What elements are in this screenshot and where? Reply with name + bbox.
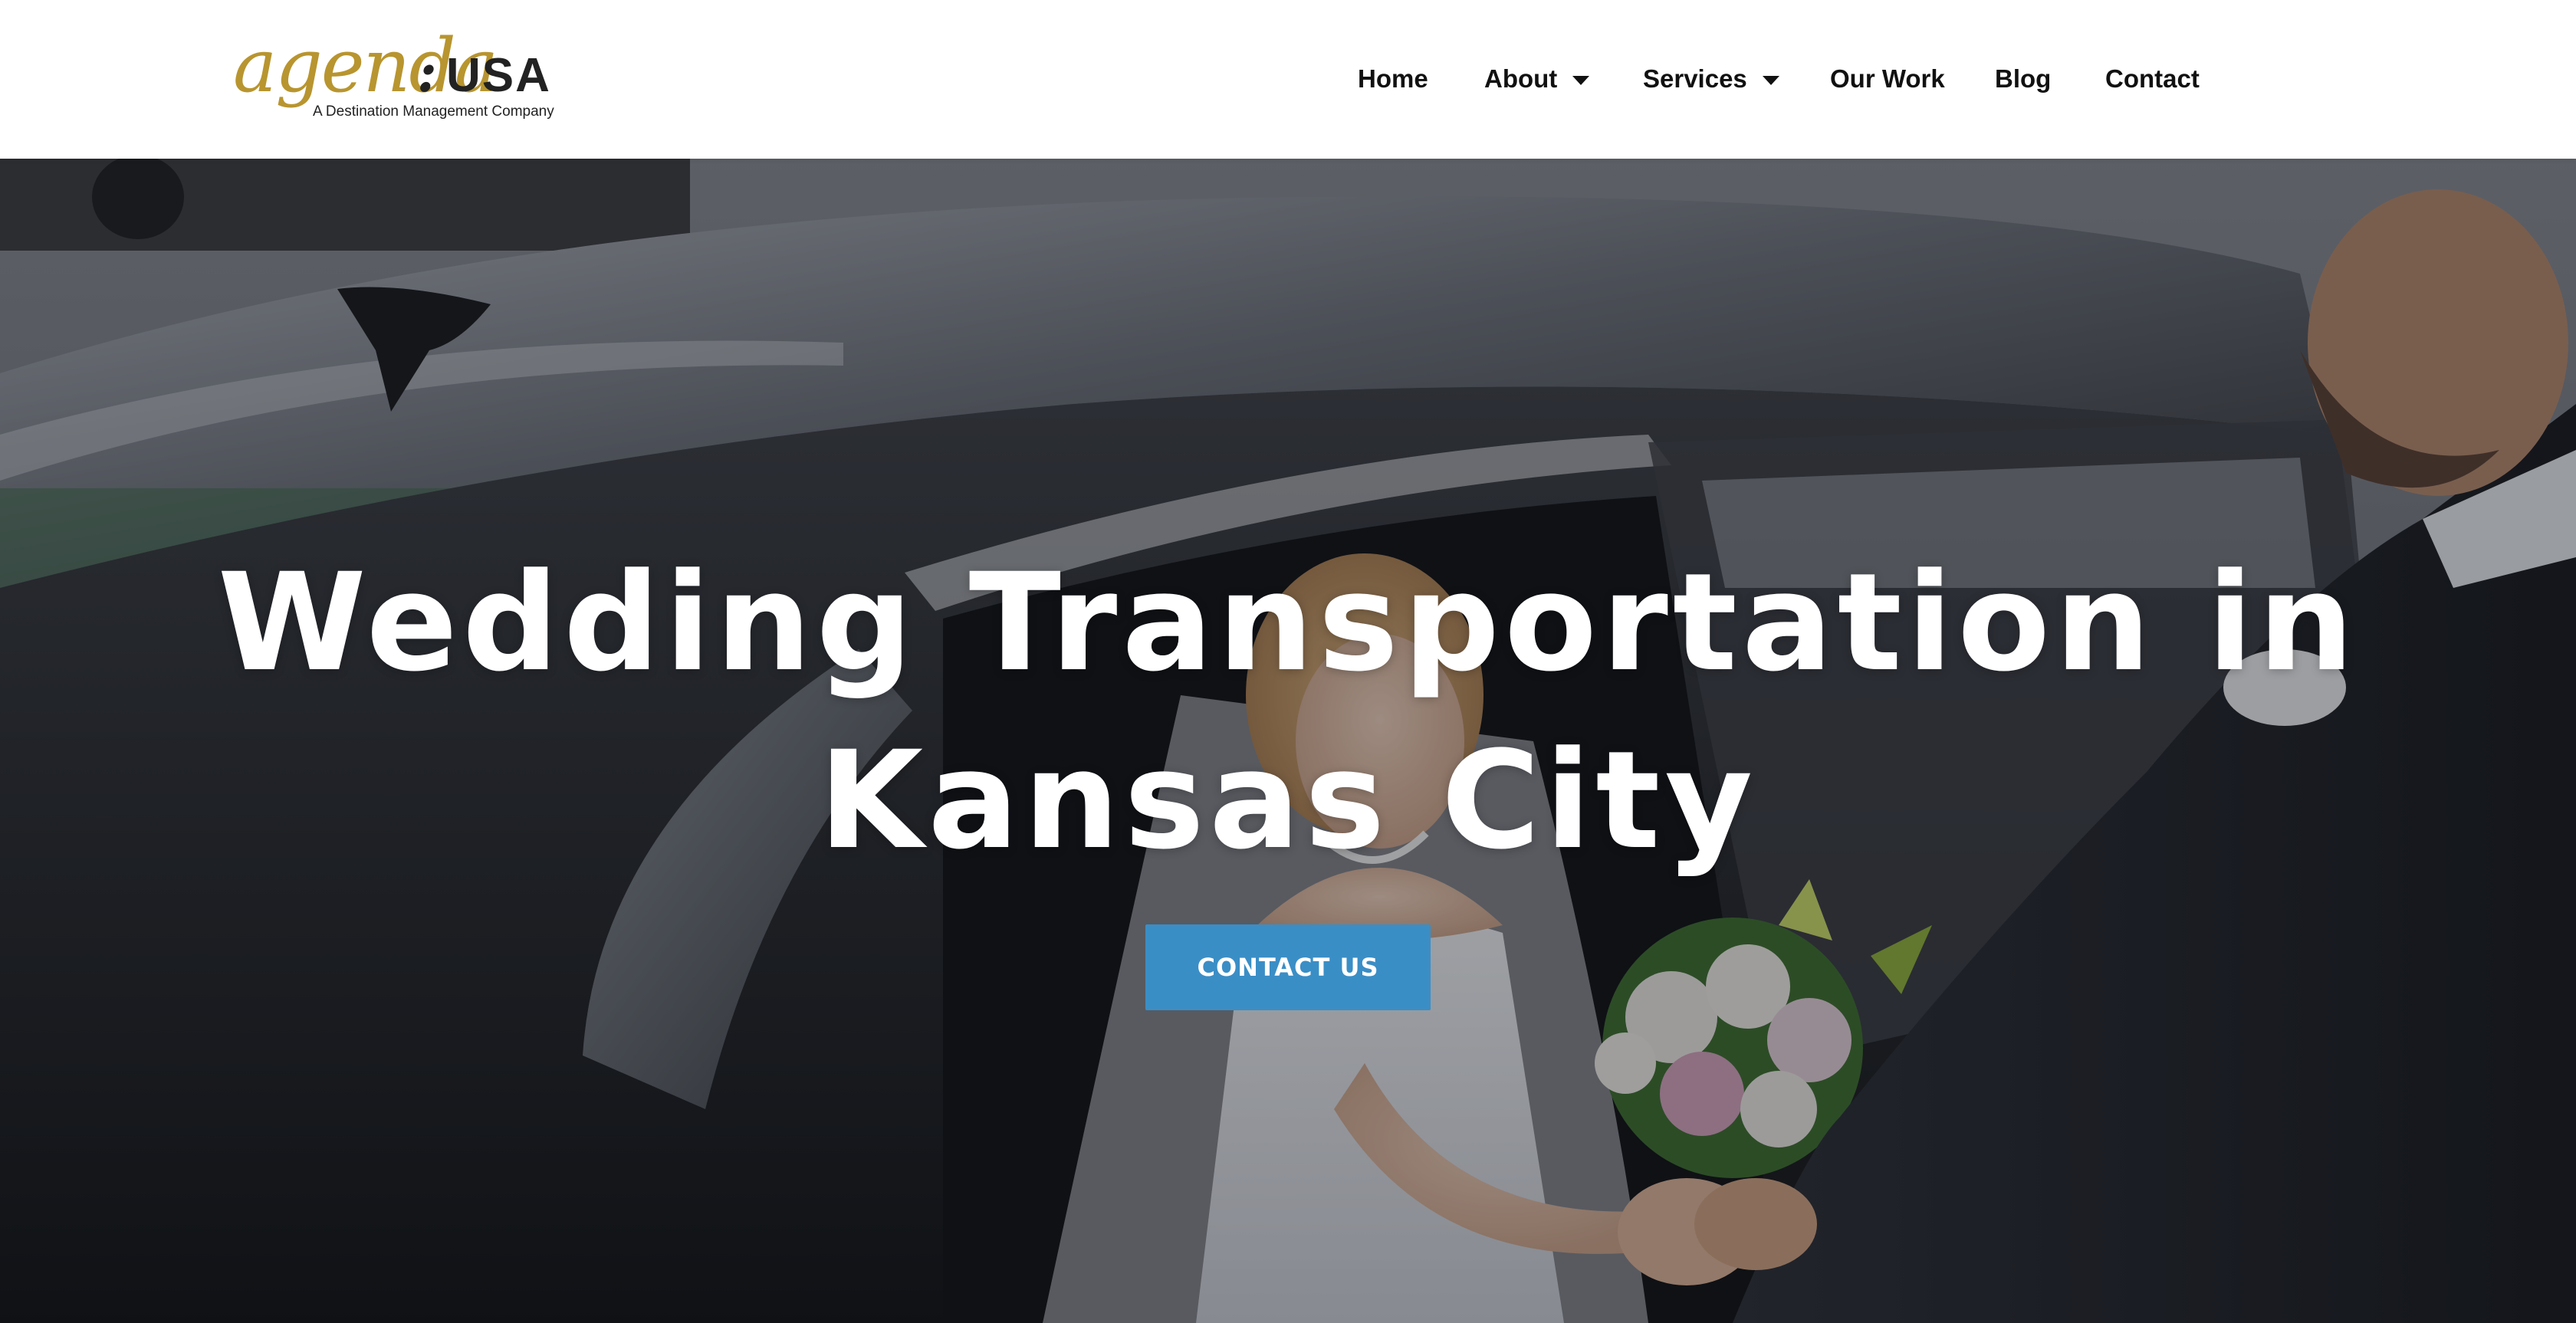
contact-us-button[interactable]: CONTACT US	[1145, 924, 1431, 1010]
nav-item-home[interactable]: Home	[1358, 60, 1428, 98]
chevron-down-icon	[1762, 76, 1779, 85]
nav-item-our-work[interactable]: Our Work	[1830, 60, 1945, 98]
chevron-down-icon	[1572, 76, 1590, 85]
hero-title: Wedding Transportation in Kansas City	[138, 534, 2438, 890]
nav-item-label: Home	[1358, 64, 1428, 93]
hero-title-line-2: Kansas City	[818, 722, 1758, 879]
nav-item-label: Blog	[1995, 64, 2052, 93]
main-nav: Home About Services Our Work Blog Contac…	[0, 0, 2576, 159]
nav-item-about[interactable]: About	[1484, 60, 1590, 98]
nav-item-label: Our Work	[1830, 64, 1945, 93]
hero-title-line-1: Wedding Transportation in	[217, 544, 2359, 701]
nav-item-label: Services	[1643, 64, 1747, 93]
nav-item-label: About	[1484, 64, 1558, 93]
site-header: agenda : USA A Destination Management Co…	[0, 0, 2576, 159]
nav-item-services[interactable]: Services	[1643, 60, 1779, 98]
hero-section: Wedding Transportation in Kansas City CO…	[0, 159, 2576, 1323]
nav-item-blog[interactable]: Blog	[1995, 60, 2051, 98]
nav-item-contact[interactable]: Contact	[2105, 60, 2200, 98]
nav-item-label: Contact	[2105, 64, 2200, 93]
